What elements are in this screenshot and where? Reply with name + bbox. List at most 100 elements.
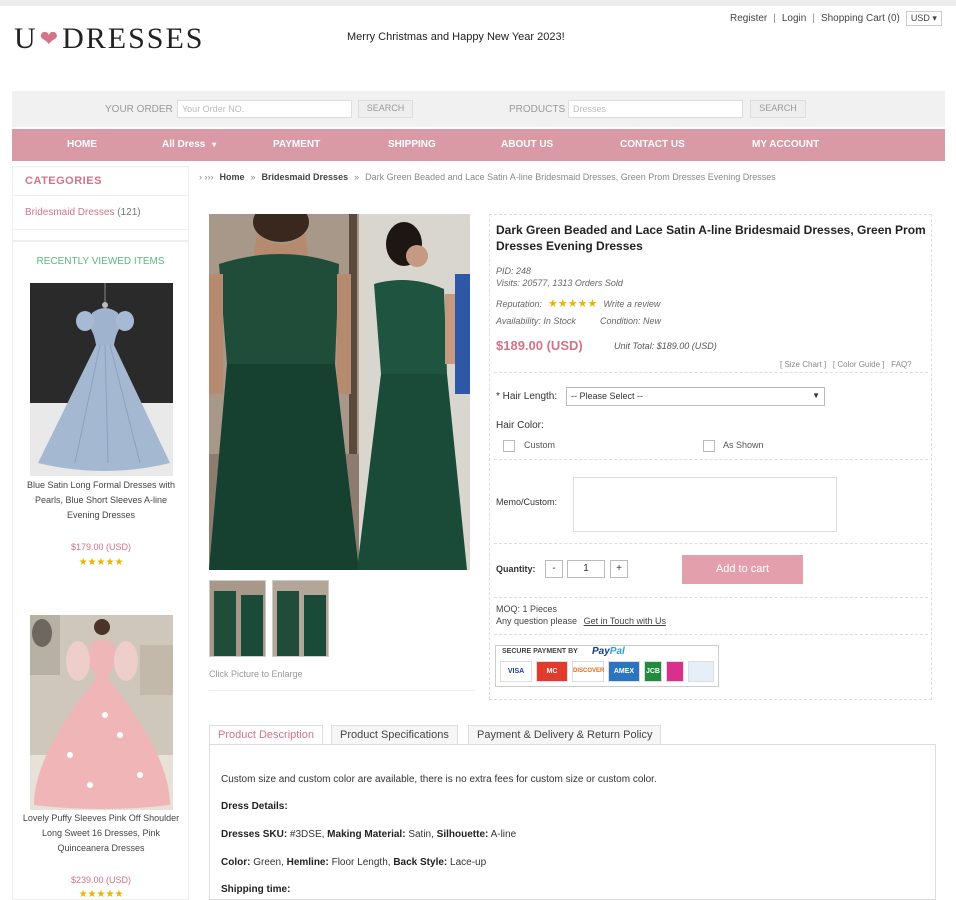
quantity-input[interactable]: 1 <box>567 560 605 578</box>
hair-color-as-shown-checkbox[interactable] <box>703 440 715 452</box>
site-logo[interactable]: U ❤ DRESSES <box>14 22 205 56</box>
recent-item-image[interactable] <box>30 283 173 476</box>
hair-length-label: * Hair Length: <box>496 391 558 402</box>
nav-home[interactable]: HOME <box>67 139 97 150</box>
product-search-button[interactable]: SEARCH <box>750 100 806 118</box>
product-visits: Visits: 20577, 1313 Orders Sold <box>496 278 623 288</box>
register-link[interactable]: Register <box>730 13 767 24</box>
order-search-button[interactable]: SEARCH <box>358 100 413 118</box>
quantity-increase-button[interactable]: + <box>610 560 628 578</box>
product-price: $189.00 (USD) <box>496 338 583 353</box>
nav-payment[interactable]: PAYMENT <box>273 139 320 150</box>
recent-item-image[interactable] <box>30 615 173 810</box>
quantity-decrease-button[interactable]: - <box>545 560 563 578</box>
contact-link[interactable]: Get in Touch with Us <box>584 616 666 626</box>
payment-card-icon <box>666 661 684 682</box>
chevron-down-icon: ▾ <box>212 140 217 149</box>
holiday-greeting: Merry Christmas and Happy New Year 2023! <box>347 31 565 43</box>
product-id: PID: 248 <box>496 266 532 276</box>
breadcrumb-current: Dark Green Beaded and Lace Satin A-line … <box>365 172 776 182</box>
category-bridesmaid-dresses[interactable]: Bridesmaid Dresses (121) <box>12 196 189 230</box>
divider <box>494 634 928 635</box>
breadcrumb-category[interactable]: Bridesmaid Dresses <box>262 172 349 182</box>
hair-color-label: Hair Color: <box>496 420 544 431</box>
condition: Condition: New <box>600 316 662 326</box>
main-nav: HOME All Dress ▾ PAYMENT SHIPPING ABOUT … <box>12 129 945 161</box>
discover-card-icon: DISCOVER <box>572 661 604 682</box>
shopping-cart-link[interactable]: Shopping Cart (0) <box>821 13 900 24</box>
write-review-link[interactable]: Write a review <box>603 299 660 309</box>
product-title: Dark Green Beaded and Lace Satin A-line … <box>496 223 926 253</box>
hair-color-custom-checkbox[interactable] <box>503 440 515 452</box>
contact-row: Any question please Get in Touch with Us <box>496 616 666 626</box>
product-search-input[interactable]: Dresses <box>568 100 743 118</box>
recent-item-price: $179.00 (USD) <box>70 542 132 552</box>
reputation-row: Reputation: ★★★★★ Write a review <box>496 298 661 310</box>
login-link[interactable]: Login <box>782 13 806 24</box>
nav-shipping[interactable]: SHIPPING <box>388 139 436 150</box>
amex-card-icon: AMEX <box>608 661 640 682</box>
dress-sku-line: Dresses SKU: #3DSE, Making Material: Sat… <box>221 829 517 840</box>
hair-color-as-shown-label: As Shown <box>723 440 764 450</box>
color-guide-link[interactable]: [ Color Guide ] <box>833 360 885 369</box>
dress-color-line: Color: Green, Hemline: Floor Length, Bac… <box>221 857 487 868</box>
dress-details-title: Dress Details: <box>221 801 288 812</box>
rating-stars: ★★★★★ <box>78 557 124 568</box>
hair-length-select[interactable]: -- Please Select -- ▼ <box>566 387 825 406</box>
order-label: YOUR ORDER <box>105 104 173 115</box>
faq-link[interactable]: FAQ? <box>891 360 911 369</box>
hair-color-custom-label: Custom <box>524 440 556 450</box>
jcb-card-icon: JCB <box>644 661 662 682</box>
unit-total: Unit Total: $189.00 (USD) <box>614 341 717 351</box>
heart-icon: ❤ <box>39 26 61 51</box>
product-thumbnail[interactable] <box>209 580 266 657</box>
account-links: Register | Login | Shopping Cart (0) USD… <box>730 11 942 26</box>
add-to-cart-button[interactable]: Add to cart <box>682 555 803 584</box>
enlarge-hint: Click Picture to Enlarge <box>209 669 303 679</box>
breadcrumb: › ››› Home » Bridesmaid Dresses » Dark G… <box>199 172 776 182</box>
recent-item-name[interactable]: Lovely Puffy Sleeves Pink Off Shoulder L… <box>22 811 180 856</box>
divider: | <box>773 13 776 24</box>
tab-payment-delivery-return[interactable]: Payment & Delivery & Return Policy <box>468 725 662 745</box>
order-search-input[interactable]: Your Order NO. <box>177 100 352 118</box>
tab-product-specifications[interactable]: Product Specifications <box>331 725 458 745</box>
divider <box>494 372 928 373</box>
size-chart-link[interactable]: [ Size Chart ] <box>780 360 826 369</box>
moq: MOQ: 1 Pieces <box>496 604 558 614</box>
rating-stars: ★★★★★ <box>548 298 598 310</box>
paypal-logo: PayPal <box>592 646 625 657</box>
nav-all-dress[interactable]: All Dress ▾ <box>162 139 216 150</box>
mastercard-icon: MC <box>536 661 568 682</box>
payment-card-icon <box>688 661 714 682</box>
nav-contact-us[interactable]: CONTACT US <box>620 139 685 150</box>
rating-stars: ★★★★★ <box>78 889 124 900</box>
top-strip <box>0 0 956 6</box>
divider <box>494 543 928 544</box>
breadcrumb-arrows: › ››› <box>199 172 214 182</box>
product-thumbnail[interactable] <box>272 580 329 657</box>
secure-payment-badge: SECURE PAYMENT BY PayPal VISA MC DISCOVE… <box>495 645 719 687</box>
recent-item-price: $239.00 (USD) <box>70 875 132 885</box>
memo-textarea[interactable] <box>573 477 837 532</box>
shipping-time-title: Shipping time: <box>221 884 291 895</box>
recently-viewed-heading: RECENTLY VIEWED ITEMS <box>12 240 189 267</box>
tab-content <box>209 744 936 900</box>
availability: Availability: In Stock <box>496 316 576 326</box>
breadcrumb-home[interactable]: Home <box>220 172 245 182</box>
description-intro: Custom size and custom color are availab… <box>221 774 657 785</box>
categories-heading: CATEGORIES <box>12 166 189 196</box>
nav-about-us[interactable]: ABOUT US <box>501 139 553 150</box>
quantity-label: Quantity: <box>496 564 536 574</box>
products-label: PRODUCTS <box>509 104 566 115</box>
divider <box>494 597 928 598</box>
nav-my-account[interactable]: MY ACCOUNT <box>752 139 819 150</box>
divider <box>209 690 475 691</box>
product-main-image[interactable] <box>209 214 470 570</box>
divider: | <box>812 13 815 24</box>
memo-label: Memo/Custom: <box>496 497 558 507</box>
recent-item-name[interactable]: Blue Satin Long Formal Dresses with Pear… <box>22 478 180 523</box>
chevron-down-icon: ▼ <box>812 391 820 400</box>
currency-select[interactable]: USD ▾ <box>905 11 942 26</box>
help-links: [ Size Chart ] [ Color Guide ] FAQ? <box>780 360 912 369</box>
tab-product-description[interactable]: Product Description <box>209 725 323 745</box>
